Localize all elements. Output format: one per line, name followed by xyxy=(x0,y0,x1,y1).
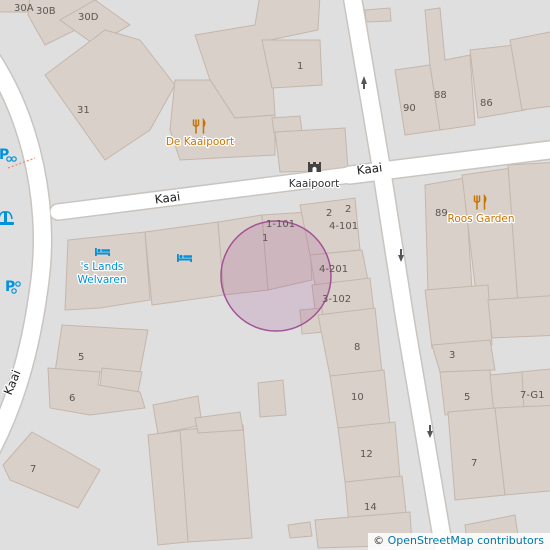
oneway-arrow-icon xyxy=(363,83,365,89)
map-attribution: © OpenStreetMap contributors xyxy=(368,533,550,550)
building xyxy=(287,521,313,539)
house-number: 30D xyxy=(78,12,99,23)
map-canvas[interactable]: Kaai Kaai Kaai 30A 30B 30D 31 1 90 88 86… xyxy=(0,0,550,550)
house-number: 30A xyxy=(14,3,34,14)
house-number: 12 xyxy=(360,449,373,460)
house-number: 5 xyxy=(464,392,470,403)
house-number: 89 xyxy=(435,208,448,219)
house-number: 1 xyxy=(297,61,303,72)
house-number: 7-G1 xyxy=(520,390,544,401)
poi-label: Roos Garden xyxy=(448,213,515,225)
house-number: 2 xyxy=(345,204,351,215)
house-number: 6 xyxy=(69,393,75,404)
fountain-icon[interactable] xyxy=(0,211,14,225)
oneway-arrow-icon xyxy=(429,425,431,432)
house-number: 4-101 xyxy=(329,221,358,232)
building xyxy=(487,295,550,339)
poi-label: Kaaipoort xyxy=(289,178,339,190)
building xyxy=(194,411,244,434)
house-number: 90 xyxy=(403,103,416,114)
house-number: 2 xyxy=(326,208,332,219)
house-number: 4-201 xyxy=(319,264,348,275)
house-number: 88 xyxy=(434,90,447,101)
house-number: 3-102 xyxy=(322,294,351,305)
parking-icon[interactable]: P xyxy=(0,147,17,163)
house-number: 8 xyxy=(354,342,360,353)
house-number: 14 xyxy=(364,502,377,513)
openstreetmap-link[interactable]: OpenStreetMap contributors xyxy=(388,534,544,547)
house-number: 7 xyxy=(471,458,477,469)
building xyxy=(317,307,383,377)
castle-gate-icon xyxy=(308,162,321,172)
building xyxy=(431,339,496,373)
poi-label-line: 's Lands xyxy=(81,261,124,273)
parking-icon[interactable]: P xyxy=(5,279,21,295)
building xyxy=(424,284,493,349)
house-number: 1 xyxy=(262,233,268,244)
poi-label-line: Welvaren xyxy=(78,274,127,286)
building xyxy=(494,404,550,496)
building xyxy=(261,39,323,89)
building xyxy=(144,221,225,306)
house-number: 10 xyxy=(351,392,364,403)
house-number: 7 xyxy=(30,464,36,475)
copyright-symbol: © xyxy=(373,534,385,547)
building xyxy=(364,7,392,23)
house-number: 5 xyxy=(78,352,84,363)
house-number: 1-101 xyxy=(266,219,295,230)
oneway-arrow-icon xyxy=(400,249,402,256)
building xyxy=(257,379,287,418)
poi-label: De Kaaipoort xyxy=(166,136,234,148)
house-number: 86 xyxy=(480,98,493,109)
house-number: 3 xyxy=(449,350,455,361)
building xyxy=(54,324,149,373)
building xyxy=(2,431,101,509)
building xyxy=(179,424,253,543)
location-marker[interactable] xyxy=(220,220,332,332)
building xyxy=(44,29,176,161)
house-number: 31 xyxy=(77,105,90,116)
house-number: 30B xyxy=(36,6,56,17)
